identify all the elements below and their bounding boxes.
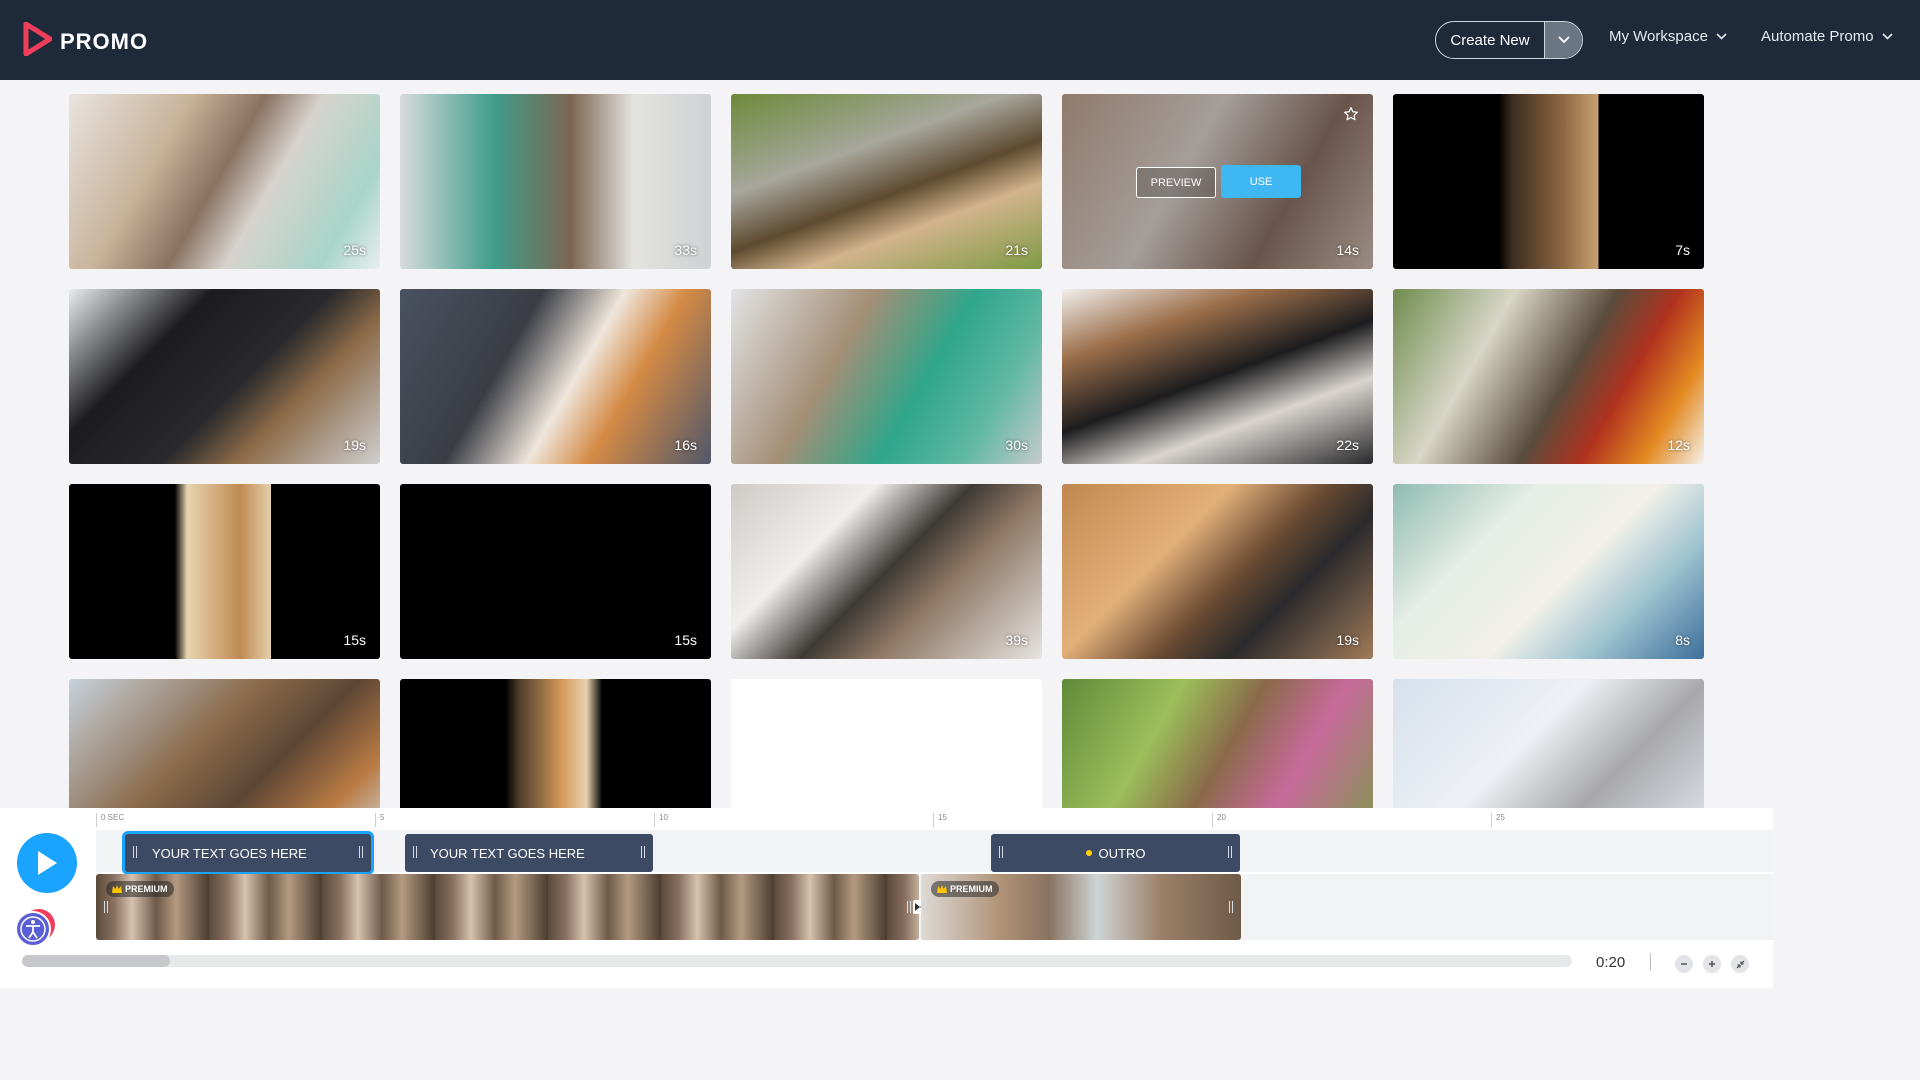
premium-label: PREMIUM xyxy=(125,884,168,894)
favorite-star-icon[interactable] xyxy=(1343,106,1359,127)
create-new-button[interactable]: Create New xyxy=(1435,21,1583,59)
ruler-tick: 25 xyxy=(1491,813,1505,827)
divider xyxy=(1650,953,1651,971)
duration-label: 30s xyxy=(1005,437,1028,453)
clip-end-handle[interactable] xyxy=(641,846,645,858)
crown-icon xyxy=(937,885,947,893)
duration-label: 15s xyxy=(674,632,697,648)
preview-button[interactable]: PREVIEW xyxy=(1136,167,1216,198)
duration-label: 12s xyxy=(1667,437,1690,453)
text-track: YOUR TEXT GOES HERE YOUR TEXT GOES HERE … xyxy=(96,830,1773,872)
clip-end-handle[interactable] xyxy=(907,901,911,913)
duration-label: 15s xyxy=(343,632,366,648)
video-tile[interactable]: 25s xyxy=(69,94,380,269)
stock-video-grid: 25s 33s 21s PREVIEW USE 14s 7s 19s 16s 3… xyxy=(69,94,1704,854)
automate-promo-menu[interactable]: Automate Promo xyxy=(1761,28,1893,45)
video-tile[interactable]: 12s xyxy=(1393,289,1704,464)
video-tile[interactable]: 22s xyxy=(1062,289,1373,464)
play-icon xyxy=(38,851,57,875)
my-workspace-label: My Workspace xyxy=(1609,28,1708,45)
minus-icon xyxy=(1681,963,1687,965)
play-button[interactable] xyxy=(17,833,77,893)
plus-icon xyxy=(1709,961,1715,967)
video-tile[interactable]: 33s xyxy=(400,94,711,269)
outro-clip[interactable]: OUTRO xyxy=(991,834,1240,872)
fit-timeline-button[interactable] xyxy=(1731,955,1749,973)
outro-clip-label: OUTRO xyxy=(1098,845,1146,861)
video-tile[interactable]: 21s xyxy=(731,94,1042,269)
chevron-down-icon xyxy=(1716,33,1727,40)
video-tile[interactable]: 15s xyxy=(400,484,711,659)
video-tile[interactable]: 39s xyxy=(731,484,1042,659)
timeline-scrollbar[interactable] xyxy=(22,955,1572,967)
video-tile-hovered[interactable]: PREVIEW USE 14s xyxy=(1062,94,1373,269)
create-new-dropdown[interactable] xyxy=(1544,22,1582,58)
video-tile[interactable]: 16s xyxy=(400,289,711,464)
clip-end-handle[interactable] xyxy=(1228,846,1232,858)
video-clip[interactable]: PREMIUM xyxy=(921,874,1241,940)
brand-name: PROMO xyxy=(60,28,149,54)
text-clip[interactable]: YOUR TEXT GOES HERE xyxy=(125,834,371,872)
text-clip-label: YOUR TEXT GOES HERE xyxy=(430,845,585,861)
text-clip[interactable]: YOUR TEXT GOES HERE xyxy=(405,834,653,872)
timeline-ruler[interactable]: 0 SEC 5 10 15 20 25 xyxy=(96,808,1773,830)
video-tile[interactable]: 30s xyxy=(731,289,1042,464)
zoom-out-button[interactable] xyxy=(1675,955,1693,973)
collapse-icon xyxy=(1736,960,1744,968)
duration-label: 22s xyxy=(1336,437,1359,453)
duration-label: 19s xyxy=(1336,632,1359,648)
automate-promo-label: Automate Promo xyxy=(1761,28,1874,45)
clip-start-handle[interactable] xyxy=(999,846,1003,858)
ruler-tick: 20 xyxy=(1212,813,1226,827)
video-tile[interactable]: 19s xyxy=(1062,484,1373,659)
video-tile[interactable]: 19s xyxy=(69,289,380,464)
duration-label: 7s xyxy=(1675,242,1690,258)
use-button[interactable]: USE xyxy=(1221,165,1301,198)
create-new-label[interactable]: Create New xyxy=(1436,22,1544,58)
crown-icon xyxy=(112,885,122,893)
top-bar: PROMO Create New My Workspace Automate P… xyxy=(0,0,1920,80)
outro-dot-icon xyxy=(1085,850,1092,856)
premium-label: PREMIUM xyxy=(950,884,993,894)
duration-label: 33s xyxy=(674,242,697,258)
duration-label: 14s xyxy=(1336,242,1359,258)
duration-label: 21s xyxy=(1005,242,1028,258)
video-tile[interactable]: 8s xyxy=(1393,484,1704,659)
clip-start-handle[interactable] xyxy=(133,846,137,858)
text-clip-label: YOUR TEXT GOES HERE xyxy=(152,845,307,861)
ruler-tick: 10 xyxy=(654,813,668,827)
duration-label: 19s xyxy=(343,437,366,453)
scrollbar-thumb[interactable] xyxy=(22,955,170,967)
zoom-in-button[interactable] xyxy=(1703,955,1721,973)
hover-overlay xyxy=(1062,94,1373,269)
clip-end-handle[interactable] xyxy=(359,846,363,858)
video-clip[interactable]: PREMIUM xyxy=(96,874,919,940)
promo-logo-icon xyxy=(22,21,53,61)
duration-label: 16s xyxy=(674,437,697,453)
chevron-down-icon xyxy=(1557,36,1570,44)
duration-label: 25s xyxy=(343,242,366,258)
accessibility-button[interactable] xyxy=(13,905,57,949)
clip-start-handle[interactable] xyxy=(104,901,108,913)
timeline-duration: 0:20 xyxy=(1596,954,1626,971)
video-tile[interactable]: 7s xyxy=(1393,94,1704,269)
chevron-down-icon xyxy=(1881,33,1893,40)
premium-badge: PREMIUM xyxy=(106,881,174,897)
clip-start-handle[interactable] xyxy=(413,846,417,858)
premium-badge: PREMIUM xyxy=(931,881,999,897)
ruler-tick: 5 xyxy=(375,813,384,827)
ruler-tick: 15 xyxy=(933,813,947,827)
duration-label: 39s xyxy=(1005,632,1028,648)
logo[interactable]: PROMO xyxy=(22,21,149,61)
clip-end-handle[interactable] xyxy=(1229,901,1233,913)
duration-label: 8s xyxy=(1675,632,1690,648)
video-track: PREMIUM PREMIUM xyxy=(96,874,1773,940)
my-workspace-menu[interactable]: My Workspace xyxy=(1609,28,1727,45)
ruler-tick: 0 SEC xyxy=(96,813,124,827)
video-tile[interactable]: 15s xyxy=(69,484,380,659)
